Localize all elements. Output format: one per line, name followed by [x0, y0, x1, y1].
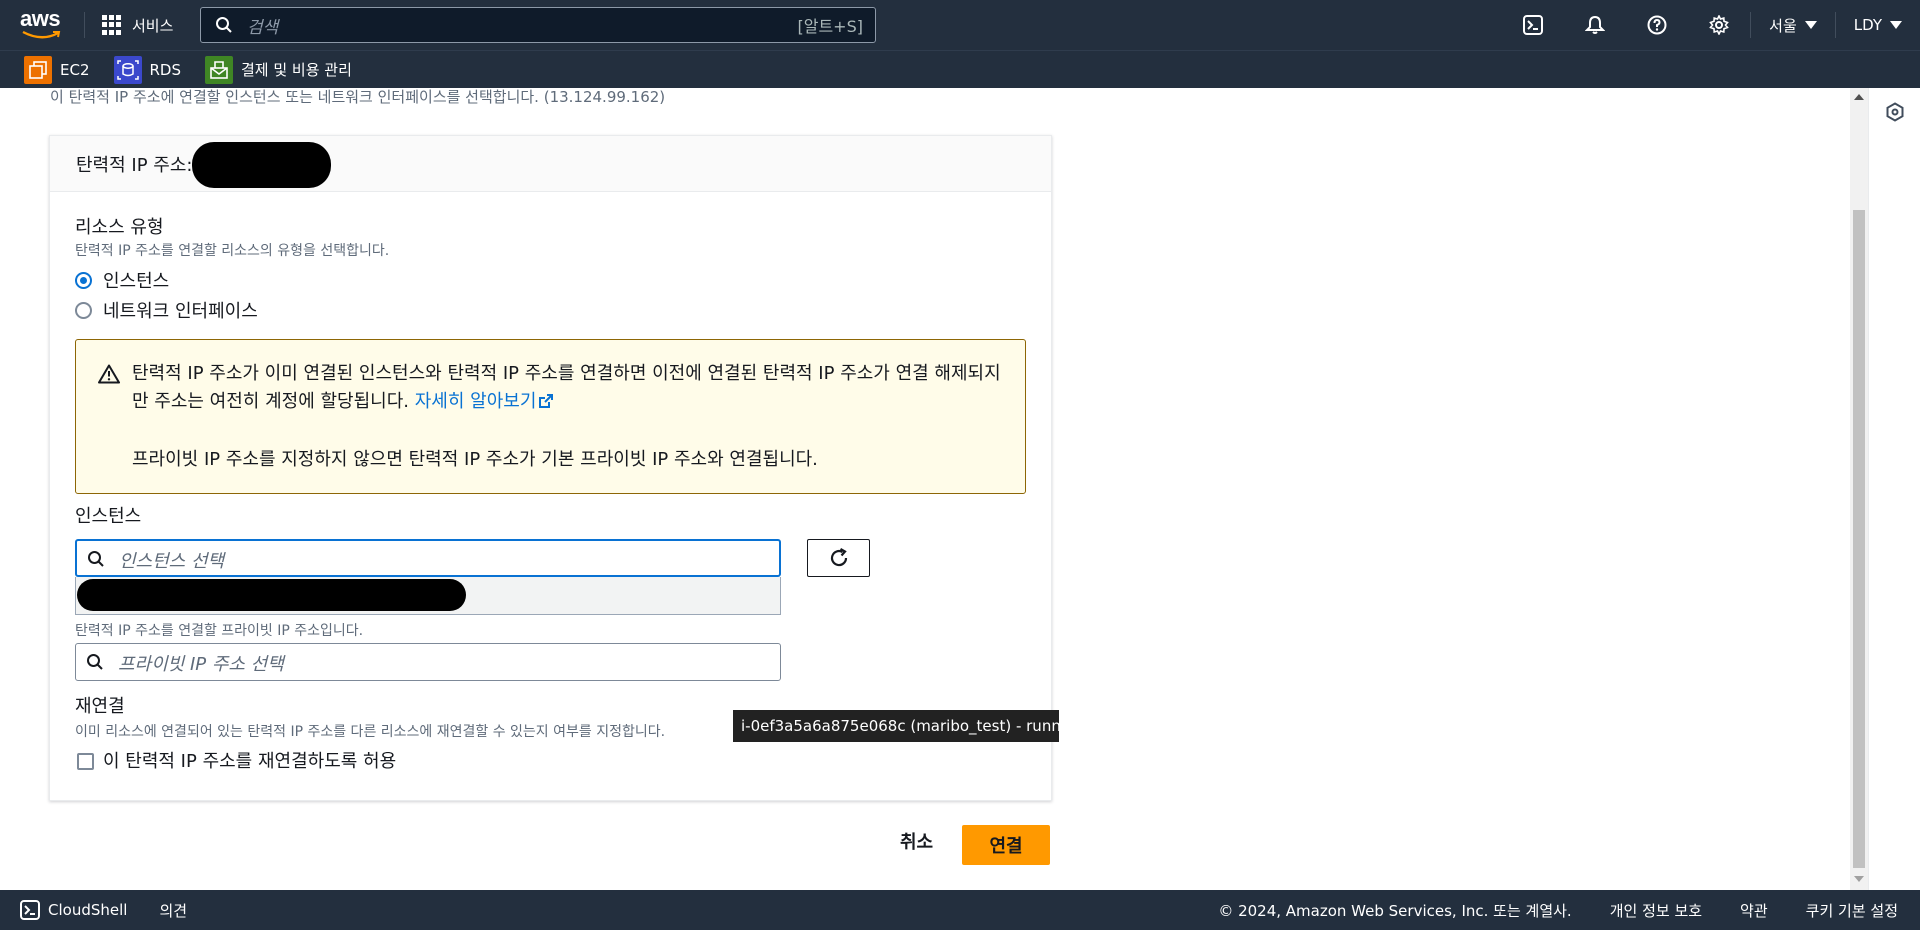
- search-shortcut: [알트+S]: [797, 17, 864, 36]
- caret-down-icon: [1890, 21, 1902, 29]
- bell-icon: [1585, 15, 1606, 34]
- reassociate-checkbox-label[interactable]: 이 탄력적 IP 주소를 재연결하도록 허용: [103, 747, 396, 773]
- main-content: 이 탄력적 IP 주소에 연결할 인스턴스 또는 네트워크 인터페이스를 선택합…: [0, 88, 1868, 890]
- scroll-up-icon[interactable]: [1854, 94, 1864, 100]
- associate-button[interactable]: 연결: [962, 825, 1050, 865]
- help-button[interactable]: [1626, 0, 1688, 50]
- radio-network-interface[interactable]: [75, 302, 92, 319]
- page-description: 이 탄력적 IP 주소에 연결할 인스턴스 또는 네트워크 인터페이스를 선택합…: [50, 88, 666, 106]
- alert-text-private-ip: 프라이빗 IP 주소를 지정하지 않으면 탄력적 IP 주소가 기본 프라이빗 …: [132, 449, 818, 470]
- terms-link[interactable]: 약관: [1740, 900, 1768, 921]
- learn-more-label: 자세히 알아보기: [414, 391, 537, 412]
- private-ip-select-input[interactable]: 프라이빗 IP 주소 선택: [75, 643, 781, 681]
- ec2-icon: [24, 55, 52, 84]
- reassociate-label: 재연결: [75, 696, 125, 717]
- cancel-button[interactable]: 취소: [900, 828, 933, 854]
- gear-icon: [1709, 15, 1729, 35]
- card-title: 탄력적 IP 주소:: [76, 155, 193, 176]
- scrollbar-thumb[interactable]: [1853, 210, 1865, 868]
- search-icon: [88, 551, 104, 567]
- info-panel-icon[interactable]: [1885, 102, 1905, 122]
- privacy-link[interactable]: 개인 정보 보호: [1610, 900, 1702, 921]
- nav-divider: [84, 12, 85, 38]
- billing-icon: [205, 55, 233, 84]
- instance-select-input[interactable]: 인스턴스 선택: [75, 539, 781, 577]
- settings-button[interactable]: [1688, 0, 1750, 50]
- associate-eip-card: 탄력적 IP 주소: 리소스 유형 탄력적 IP 주소를 연결할 리소스의 유형…: [49, 135, 1052, 801]
- top-navigation: aws 서비스 검색 [알트+S] 서울 LDY: [0, 0, 1920, 50]
- footer: CloudShell 의견 © 2024, Amazon Web Service…: [0, 890, 1920, 930]
- feedback-link[interactable]: 의견: [159, 900, 187, 921]
- search-input[interactable]: 검색 [알트+S]: [200, 7, 876, 43]
- region-label: 서울: [1769, 16, 1797, 35]
- instance-dropdown: [75, 577, 781, 615]
- resource-type-description: 탄력적 IP 주소를 연결할 리소스의 유형을 선택합니다.: [75, 243, 390, 259]
- services-label: 서비스: [132, 16, 174, 35]
- search-icon: [87, 654, 103, 670]
- favorite-label: 결제 및 비용 관리: [241, 61, 352, 79]
- account-menu[interactable]: LDY: [1836, 0, 1920, 50]
- terminal-icon: [20, 900, 40, 920]
- alert-text-body: 탄력적 IP 주소가 이미 연결된 인스턴스와 탄력적 IP 주소를 연결하면 …: [132, 363, 1001, 412]
- favorites-bar: EC2 RDS 결제 및 비용 관리: [0, 50, 1920, 88]
- scroll-down-icon[interactable]: [1854, 876, 1864, 882]
- resource-type-label: 리소스 유형: [75, 217, 164, 238]
- radio-instance[interactable]: [75, 272, 92, 289]
- reassociate-checkbox[interactable]: [77, 753, 94, 770]
- right-utility-panel: [1868, 88, 1920, 890]
- scrollbar[interactable]: [1850, 88, 1868, 890]
- search-icon: [216, 17, 232, 33]
- aws-logo-text: aws: [20, 6, 61, 31]
- aws-smile-icon: [22, 30, 61, 39]
- card-header: 탄력적 IP 주소:: [50, 136, 1051, 192]
- learn-more-link[interactable]: 자세히 알아보기: [415, 391, 555, 412]
- notifications-button[interactable]: [1564, 0, 1626, 50]
- reassociate-description: 이미 리소스에 연결되어 있는 탄력적 IP 주소를 다른 리소스에 재연결할 …: [75, 724, 666, 740]
- caret-down-icon: [1804, 21, 1817, 29]
- private-ip-description: 탄력적 IP 주소를 연결할 프라이빗 IP 주소입니다.: [75, 623, 364, 639]
- private-ip-placeholder: 프라이빗 IP 주소 선택: [118, 654, 284, 675]
- favorite-label: EC2: [60, 60, 90, 79]
- copyright-text: © 2024, Amazon Web Services, Inc. 또는 계열사…: [1218, 901, 1572, 920]
- instance-label: 인스턴스: [75, 506, 142, 527]
- favorite-billing[interactable]: 결제 및 비용 관리: [205, 55, 352, 84]
- radio-network-interface-label[interactable]: 네트워크 인터페이스: [103, 297, 258, 323]
- redacted-ip: [192, 142, 331, 188]
- services-menu-button[interactable]: 서비스: [102, 12, 173, 38]
- cookie-preferences-link[interactable]: 쿠키 기본 설정: [1806, 900, 1898, 921]
- favorite-rds[interactable]: RDS: [113, 55, 182, 84]
- warning-alert: 탄력적 IP 주소가 이미 연결된 인스턴스와 탄력적 IP 주소를 연결하면 …: [75, 339, 1026, 494]
- instance-placeholder: 인스턴스 선택: [119, 551, 225, 572]
- favorite-label: RDS: [149, 60, 182, 79]
- help-icon: [1647, 15, 1667, 35]
- aws-logo[interactable]: aws: [20, 8, 64, 42]
- cloudshell-button[interactable]: [1502, 0, 1564, 50]
- instance-tooltip: i-0ef3a5a6a875e068c (maribo_test) - runn…: [733, 710, 1084, 742]
- refresh-icon: [830, 548, 847, 567]
- warning-icon: [98, 364, 120, 384]
- radio-instance-label[interactable]: 인스턴스: [103, 267, 169, 293]
- region-menu[interactable]: 서울: [1751, 0, 1835, 50]
- alert-text: 탄력적 IP 주소가 이미 연결된 인스턴스와 탄력적 IP 주소를 연결하면 …: [132, 360, 1012, 416]
- grid-icon: [102, 15, 122, 35]
- cloudshell-label: CloudShell: [48, 901, 128, 919]
- account-label: LDY: [1853, 16, 1882, 34]
- favorite-ec2[interactable]: EC2: [24, 55, 90, 84]
- terminal-icon: [1523, 15, 1544, 35]
- external-link-icon: [539, 394, 554, 408]
- refresh-button[interactable]: [807, 539, 870, 577]
- rds-icon: [113, 55, 142, 84]
- search-placeholder: 검색: [247, 17, 279, 38]
- instance-option-redacted[interactable]: [77, 579, 466, 611]
- cloudshell-footer-button[interactable]: CloudShell: [20, 900, 127, 920]
